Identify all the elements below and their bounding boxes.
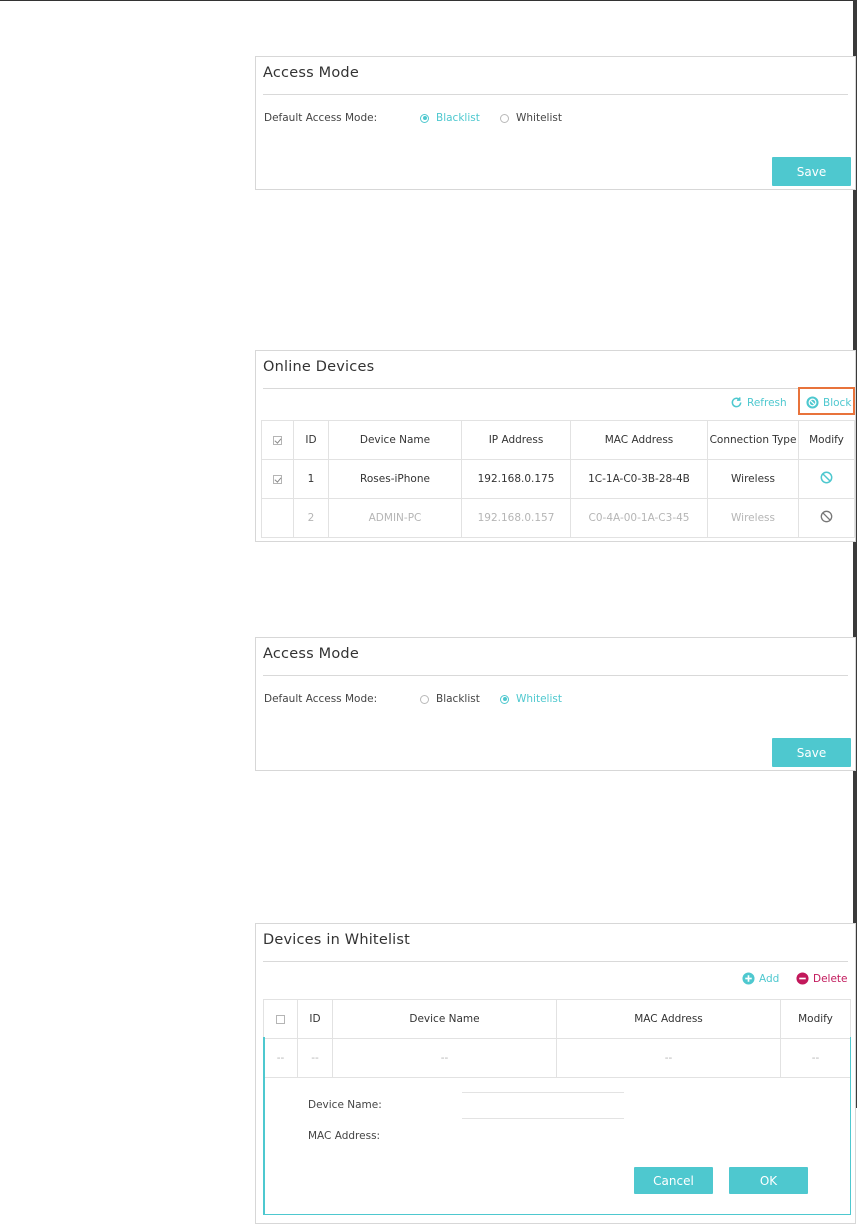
save-button[interactable]: Save [772, 738, 851, 767]
refresh-button[interactable]: Refresh [730, 396, 787, 409]
top-rule [0, 0, 857, 1]
panel-title: Devices in Whitelist [263, 932, 411, 948]
radio-label: Whitelist [516, 112, 562, 124]
refresh-icon [731, 397, 742, 408]
col-modify: Modify [798, 420, 855, 460]
radio-dot [500, 113, 509, 123]
cell-mac-address: 1C-1A-C0-3B-28-4B [570, 459, 708, 499]
table-row: 2 ADMIN-PC 192.168.0.157 C0-4A-00-1A-C3-… [261, 498, 855, 538]
block-device-icon[interactable] [820, 510, 833, 523]
block-button[interactable]: Block [806, 396, 851, 409]
delete-label: Delete [813, 972, 848, 985]
divider [263, 388, 848, 389]
radio-blacklist[interactable]: Blacklist [420, 693, 480, 705]
radio-dot-selected [500, 694, 509, 704]
divider [263, 961, 848, 962]
add-icon [742, 972, 755, 985]
panel-title: Access Mode [263, 65, 359, 81]
radio-label: Whitelist [516, 693, 562, 705]
select-all-checkbox[interactable] [276, 1014, 285, 1024]
row-select-cell [261, 459, 294, 499]
cell-modify [798, 459, 855, 499]
radio-label: Blacklist [436, 112, 480, 124]
radio-label: Blacklist [436, 693, 480, 705]
divider [263, 94, 848, 95]
online-devices-panel: Online Devices Refresh Block ID Device N… [255, 350, 856, 542]
cell-connection-type: Wireless [707, 498, 799, 538]
radio-whitelist[interactable]: Whitelist [500, 112, 562, 124]
panel-title: Access Mode [263, 646, 359, 662]
refresh-label: Refresh [747, 396, 787, 409]
cancel-button[interactable]: Cancel [634, 1167, 713, 1194]
block-icon [806, 396, 819, 409]
radio-blacklist[interactable]: Blacklist [420, 112, 480, 124]
save-button[interactable]: Save [772, 157, 851, 186]
access-mode-panel-blacklist: Access Mode Default Access Mode: Blackli… [255, 56, 856, 190]
col-mac-address: MAC Address [556, 999, 781, 1039]
online-devices-table: ID Device Name IP Address MAC Address Co… [261, 420, 855, 538]
add-label: Add [759, 972, 780, 985]
default-access-mode-label: Default Access Mode: [264, 112, 378, 124]
row-checkbox[interactable] [273, 474, 282, 484]
cell-device-name: ADMIN-PC [328, 498, 462, 538]
col-ip-address: IP Address [461, 420, 571, 460]
devices-in-whitelist-panel: Devices in Whitelist Add Delete ID Devic… [255, 923, 856, 1224]
col-connection-type: Connection Type [707, 420, 799, 460]
select-all-cell [261, 420, 294, 460]
default-access-mode-label: Default Access Mode: [264, 693, 378, 705]
cell-mac-address: C0-4A-00-1A-C3-45 [570, 498, 708, 538]
form-accent-border [264, 1037, 265, 1214]
add-button[interactable]: Add [742, 972, 779, 985]
device-name-input[interactable] [462, 1092, 624, 1119]
col-device-name: Device Name [332, 999, 557, 1039]
access-mode-panel-whitelist: Access Mode Default Access Mode: Blackli… [255, 637, 856, 771]
cell-modify [798, 498, 855, 538]
radio-dot [420, 694, 429, 704]
row-select-cell [261, 498, 294, 538]
panel-title: Online Devices [263, 359, 375, 375]
delete-button[interactable]: Delete [796, 972, 848, 985]
cell-id: 1 [293, 459, 329, 499]
divider [263, 675, 848, 676]
cell-connection-type: Wireless [707, 459, 799, 499]
mac-address-label: MAC Address: [308, 1130, 381, 1142]
add-device-form: Device Name: MAC Address: Cancel OK [263, 1037, 851, 1215]
ok-button[interactable]: OK [729, 1167, 808, 1194]
select-all-checkbox[interactable] [273, 435, 282, 445]
table-header-row: ID Device Name MAC Address Modify [263, 999, 851, 1039]
delete-icon [796, 972, 809, 985]
col-device-name: Device Name [328, 420, 462, 460]
col-mac-address: MAC Address [570, 420, 708, 460]
col-id: ID [297, 999, 333, 1039]
block-device-icon[interactable] [820, 471, 833, 484]
cell-ip-address: 192.168.0.175 [461, 459, 571, 499]
select-all-cell [263, 999, 298, 1039]
cell-device-name: Roses-iPhone [328, 459, 462, 499]
col-id: ID [293, 420, 329, 460]
device-name-label: Device Name: [308, 1099, 382, 1111]
cell-id: 2 [293, 498, 329, 538]
table-row: 1 Roses-iPhone 192.168.0.175 1C-1A-C0-3B… [261, 459, 855, 499]
radio-dot-selected [420, 113, 429, 123]
col-modify: Modify [780, 999, 851, 1039]
table-header-row: ID Device Name IP Address MAC Address Co… [261, 420, 855, 460]
radio-whitelist[interactable]: Whitelist [500, 693, 562, 705]
cell-ip-address: 192.168.0.157 [461, 498, 571, 538]
block-label: Block [823, 396, 852, 409]
